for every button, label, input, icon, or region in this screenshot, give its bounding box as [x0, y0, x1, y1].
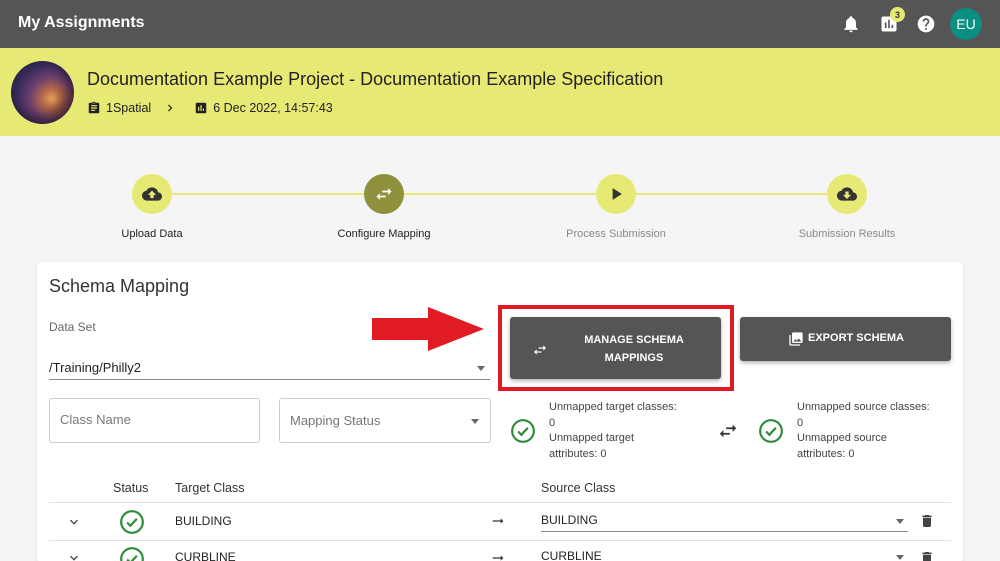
source-class-value: BUILDING: [541, 513, 598, 527]
source-class-value: CURBLINE: [541, 549, 602, 561]
step-connector: [636, 193, 827, 195]
source-classes-label: Unmapped source classes:: [797, 401, 930, 413]
step-process-submission[interactable]: [596, 174, 636, 214]
column-header-target[interactable]: Target Class: [175, 481, 244, 495]
step-submission-results[interactable]: [827, 174, 867, 214]
source-classes-value: 0: [797, 416, 804, 429]
delete-icon[interactable]: [919, 513, 935, 529]
source-class-select[interactable]: CURBLINE: [541, 546, 908, 561]
app-title[interactable]: My Assignments: [18, 14, 145, 32]
table-divider: [49, 502, 951, 503]
step-connector: [404, 193, 596, 195]
photo-library-icon: [789, 332, 803, 346]
check-circle-icon: [511, 419, 535, 443]
step-label-upload-data: Upload Data: [121, 228, 183, 240]
play-icon: [612, 188, 622, 200]
notification-badge: 3: [890, 7, 905, 22]
caret-down-icon: [896, 519, 904, 524]
target-classes-label: Unmapped target classes:: [549, 401, 677, 413]
target-classes-value: 0: [549, 416, 556, 429]
target-attributes-label: Unmapped target attributes: 0: [549, 432, 634, 460]
chevron-right-icon: [163, 101, 182, 115]
help-icon[interactable]: [916, 14, 936, 34]
check-circle-icon: [120, 510, 144, 534]
check-circle-icon: [120, 547, 144, 561]
target-class-cell: CURBLINE: [175, 550, 236, 561]
bell-icon[interactable]: [841, 14, 861, 34]
mapping-status-placeholder: Mapping Status: [290, 413, 381, 428]
card-title: Schema Mapping: [49, 276, 190, 296]
caret-down-icon: [896, 555, 904, 560]
step-label-process-submission: Process Submission: [566, 228, 666, 240]
chevron-down-icon[interactable]: [66, 550, 82, 561]
column-header-status[interactable]: Status: [113, 481, 148, 495]
caret-down-icon: [471, 419, 479, 424]
column-header-source[interactable]: Source Class: [541, 481, 615, 495]
step-label-configure-mapping: Configure Mapping: [337, 228, 431, 240]
class-name-input[interactable]: [60, 412, 240, 427]
breadcrumb-org[interactable]: 1Spatial: [106, 101, 151, 115]
user-avatar[interactable]: EU: [950, 8, 982, 40]
red-arrow-annotation: [372, 307, 484, 351]
manage-schema-mappings-label: MANAGE SCHEMA MAPPINGS: [584, 334, 684, 364]
source-class-select[interactable]: BUILDING: [541, 510, 908, 532]
target-class-cell: BUILDING: [175, 514, 232, 528]
dataset-value: /Training/Philly2: [49, 360, 142, 375]
cloud-download-icon: [837, 187, 857, 201]
step-connector: [172, 193, 364, 195]
project-banner: [0, 48, 1000, 136]
cloud-upload-icon: [142, 187, 162, 201]
source-summary: Unmapped source classes: 0 Unmapped sour…: [797, 400, 937, 462]
manage-schema-mappings-button[interactable]: MANAGE SCHEMA MAPPINGS: [510, 317, 721, 379]
step-label-submission-results: Submission Results: [798, 228, 896, 240]
breadcrumb: 1Spatial 6 Dec 2022, 14:57:43: [87, 100, 333, 116]
mapping-status-select[interactable]: Mapping Status: [279, 398, 491, 443]
project-avatar: [11, 61, 74, 124]
source-attributes-label: Unmapped source attributes: 0: [797, 432, 887, 460]
check-circle-icon: [759, 419, 783, 443]
clipboard-icon: [88, 101, 100, 114]
chevron-down-icon[interactable]: [66, 514, 82, 530]
project-title: Documentation Example Project - Document…: [87, 69, 664, 89]
bar-chart-icon: [195, 102, 207, 114]
caret-down-icon: [477, 366, 485, 371]
arrow-right-icon: [492, 555, 504, 561]
swap-horiz-icon: [719, 424, 737, 438]
swap-icon: [534, 345, 546, 355]
delete-icon[interactable]: [919, 550, 935, 561]
class-name-field[interactable]: [49, 398, 260, 443]
target-summary: Unmapped target classes: 0 Unmapped targ…: [549, 400, 689, 462]
step-configure-mapping[interactable]: [364, 174, 404, 214]
step-upload-data[interactable]: [132, 174, 172, 214]
dataset-select[interactable]: /Training/Philly2: [49, 357, 490, 380]
table-divider: [49, 540, 951, 541]
dataset-label: Data Set: [49, 320, 96, 334]
export-schema-label: EXPORT SCHEMA: [808, 332, 904, 344]
swap-icon: [376, 188, 392, 200]
breadcrumb-date[interactable]: 6 Dec 2022, 14:57:43: [213, 101, 333, 115]
arrow-right-icon: [492, 518, 504, 524]
export-schema-button[interactable]: EXPORT SCHEMA: [740, 317, 951, 361]
